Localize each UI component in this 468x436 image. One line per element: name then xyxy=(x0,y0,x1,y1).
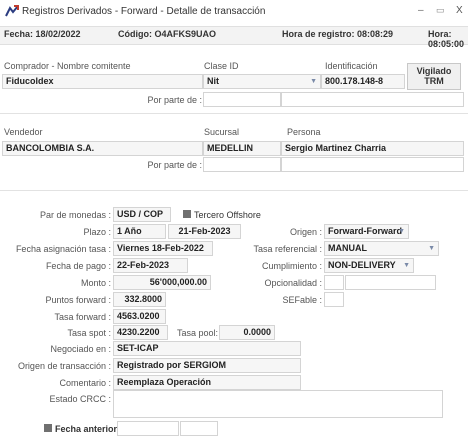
chevron-down-icon: ▼ xyxy=(310,78,317,85)
opcionalidad-field-1[interactable] xyxy=(324,275,344,290)
estado-crcc-field[interactable] xyxy=(113,390,443,418)
monto-label: Monto : xyxy=(80,278,111,288)
tasa-pool-label: Tasa pool: xyxy=(177,328,219,338)
maximize-button[interactable]: ▭ xyxy=(436,5,445,16)
por-parte-label-vendedor: Por parte de : xyxy=(147,160,202,170)
separator xyxy=(0,113,468,114)
tasa-referencial-select[interactable]: MANUAL ▼ xyxy=(324,241,439,256)
tasa-forward-field[interactable]: 4563.0200 xyxy=(113,309,166,324)
par-monedas-field[interactable]: USD / COP xyxy=(113,207,171,222)
tasa-pool-field[interactable]: 0.0000 xyxy=(219,325,275,340)
identificacion-label: Identificación xyxy=(325,61,378,71)
origen-transaccion-label: Origen de transacción : xyxy=(17,361,111,371)
opcionalidad-field-2[interactable] xyxy=(345,275,436,290)
tasa-forward-label: Tasa forward : xyxy=(54,312,111,322)
vendedor-por-parte-field-2[interactable] xyxy=(281,157,464,172)
por-parte-field-2[interactable] xyxy=(281,92,464,107)
chevron-down-icon: ▼ xyxy=(403,262,410,269)
sefable-field[interactable] xyxy=(324,292,344,307)
fecha-anterior-field-2[interactable] xyxy=(180,421,218,436)
fecha-pago-field[interactable]: 22-Feb-2023 xyxy=(113,258,188,273)
vigilado-trm-button[interactable]: Vigilado TRM xyxy=(407,63,461,90)
chevron-down-icon: ▼ xyxy=(398,228,405,235)
vendedor-nombre-field[interactable]: BANCOLOMBIA S.A. xyxy=(2,141,203,156)
fecha-anterior-field-1[interactable] xyxy=(117,421,179,436)
chevron-down-icon: ▼ xyxy=(428,245,435,252)
tasa-spot-field[interactable]: 4230.2200 xyxy=(113,325,168,340)
identificacion-field[interactable]: 800.178.148-8 xyxy=(321,74,405,89)
plazo-fecha-field[interactable]: 21-Feb-2023 xyxy=(168,224,241,239)
sucursal-field[interactable]: MEDELLIN xyxy=(203,141,281,156)
comentario-label: Comentario : xyxy=(59,378,111,388)
transaction-header: Fecha: 18/02/2022 Código: O4AFKS9UAO Hor… xyxy=(0,26,468,49)
hora-text: Hora: 08:05:00 xyxy=(428,29,465,49)
clase-id-label: Clase ID xyxy=(204,61,239,71)
comprador-nombre-field[interactable]: Fiducoldex xyxy=(2,74,203,89)
comprador-label: Comprador - Nombre comitente xyxy=(4,61,131,71)
vendedor-por-parte-field-1[interactable] xyxy=(203,157,281,172)
vendedor-label: Vendedor xyxy=(4,127,43,137)
codigo-text: Código: O4AFKS9UAO xyxy=(118,29,216,39)
origen-select[interactable]: Forward-Forward ▼ xyxy=(324,224,409,239)
por-parte-field-1[interactable] xyxy=(203,92,281,107)
opcionalidad-label: Opcionalidad : xyxy=(264,278,322,288)
hora-registro-text: Hora de registro: 08:08:29 xyxy=(282,29,394,39)
cumplimiento-select[interactable]: NON-DELIVERY ▼ xyxy=(324,258,414,273)
puntos-forward-label: Puntos forward : xyxy=(45,295,111,305)
estado-crcc-label: Estado CRCC : xyxy=(49,394,111,404)
minimize-button[interactable]: – xyxy=(418,5,424,16)
fecha-asignacion-label: Fecha asignación tasa : xyxy=(15,244,111,254)
origen-label: Origen : xyxy=(289,227,322,237)
fecha-anterior-label: Fecha anterior xyxy=(55,424,118,434)
puntos-forward-field[interactable]: 332.8000 xyxy=(113,292,166,307)
forward-app-icon xyxy=(5,5,19,17)
cumplimiento-label: Cumplimiento : xyxy=(261,261,322,271)
negociado-en-field[interactable]: SET-ICAP xyxy=(113,341,301,356)
tercero-offshore-label: Tercero Offshore xyxy=(194,210,261,220)
close-button[interactable]: X xyxy=(456,5,463,16)
persona-field[interactable]: Sergio Martinez Charria xyxy=(281,141,464,156)
fecha-text: Fecha: 18/02/2022 xyxy=(4,29,81,39)
tercero-offshore-checkbox[interactable] xyxy=(183,210,191,218)
sefable-label: SEFable : xyxy=(282,295,322,305)
fecha-anterior-checkbox[interactable] xyxy=(44,424,52,432)
title-bar: Registros Derivados - Forward - Detalle … xyxy=(0,0,468,24)
monto-field[interactable]: 56'000,000.00 xyxy=(113,275,211,290)
fecha-asignacion-field[interactable]: Viernes 18-Feb-2022 xyxy=(113,241,213,256)
tasa-referencial-label: Tasa referencial : xyxy=(253,244,322,254)
plazo-label: Plazo : xyxy=(83,227,111,237)
origen-transaccion-field[interactable]: Registrado por SERGIOM xyxy=(113,358,301,373)
clase-id-select[interactable]: Nit ▼ xyxy=(203,74,321,89)
window-title: Registros Derivados - Forward - Detalle … xyxy=(22,6,266,17)
separator xyxy=(0,190,468,191)
por-parte-label: Por parte de : xyxy=(147,95,202,105)
plazo-field[interactable]: 1 Año xyxy=(113,224,166,239)
persona-label: Persona xyxy=(287,127,321,137)
tasa-spot-label: Tasa spot : xyxy=(67,328,111,338)
par-monedas-label: Par de monedas : xyxy=(39,210,111,220)
sucursal-label: Sucursal xyxy=(204,127,240,137)
negociado-en-label: Negociado en : xyxy=(50,344,111,354)
comentario-field[interactable]: Reemplaza Operación xyxy=(113,375,301,390)
fecha-pago-label: Fecha de pago : xyxy=(45,261,111,271)
